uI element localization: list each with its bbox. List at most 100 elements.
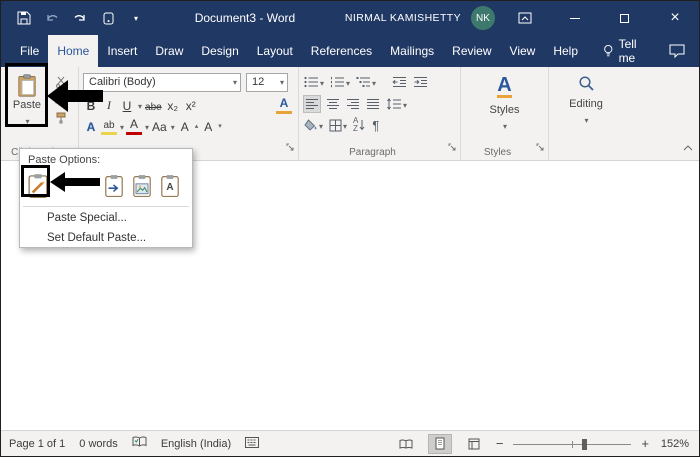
editing-button[interactable]: Editing bbox=[549, 67, 623, 137]
highlight-color-button[interactable]: ab bbox=[101, 117, 117, 135]
shrink-font-button[interactable]: A bbox=[200, 117, 216, 135]
undo-button[interactable] bbox=[43, 9, 61, 27]
bullets-button[interactable] bbox=[303, 73, 325, 91]
multilevel-caret-icon bbox=[371, 73, 376, 91]
zoom-slider-handle[interactable] bbox=[581, 438, 587, 450]
paragraph-dialog-launcher[interactable] bbox=[448, 139, 457, 157]
styles-dialog-launcher[interactable] bbox=[536, 139, 545, 157]
font-color-caret-icon[interactable] bbox=[144, 117, 149, 135]
tab-mailings[interactable]: Mailings bbox=[381, 35, 443, 67]
paste-special-item[interactable]: Paste Special... bbox=[20, 208, 192, 228]
zoom-out-button[interactable]: − bbox=[496, 436, 504, 451]
bullets-caret-icon bbox=[319, 73, 324, 91]
zoom-slider[interactable] bbox=[513, 437, 632, 451]
proofing-button[interactable] bbox=[132, 436, 147, 451]
tab-layout[interactable]: Layout bbox=[248, 35, 302, 67]
subscript-button[interactable]: x₂ bbox=[165, 96, 181, 114]
avatar[interactable]: NK bbox=[470, 6, 495, 30]
shading-button[interactable] bbox=[303, 116, 324, 134]
multilevel-list-button[interactable] bbox=[355, 73, 377, 91]
show-paragraph-marks-button[interactable]: ¶ bbox=[371, 116, 380, 134]
zoom-in-button[interactable]: + bbox=[641, 436, 649, 451]
minimize-button[interactable] bbox=[555, 3, 595, 33]
zoom-level[interactable]: 152% bbox=[659, 438, 689, 450]
font-color-button[interactable]: A bbox=[126, 117, 143, 135]
tab-help[interactable]: Help bbox=[544, 35, 587, 67]
paste-picture-icon bbox=[133, 175, 151, 197]
ribbon-display-options-button[interactable] bbox=[505, 3, 545, 33]
strikethrough-button[interactable]: abe bbox=[144, 96, 163, 114]
tell-me-button[interactable]: Tell me bbox=[603, 35, 655, 67]
paste-option-picture[interactable] bbox=[130, 172, 154, 200]
copy-button[interactable] bbox=[55, 93, 71, 106]
read-mode-button[interactable] bbox=[394, 434, 418, 454]
save-button[interactable] bbox=[15, 9, 33, 27]
justify-button[interactable] bbox=[365, 95, 381, 113]
paste-option-merge-formatting[interactable] bbox=[102, 172, 126, 200]
tab-view[interactable]: View bbox=[501, 35, 545, 67]
tab-design[interactable]: Design bbox=[192, 35, 247, 67]
styles-button[interactable]: A Styles bbox=[461, 67, 548, 137]
styles-label: Styles bbox=[489, 104, 520, 116]
maximize-button[interactable] bbox=[605, 3, 645, 33]
font-size-combo[interactable]: 12 bbox=[246, 72, 288, 92]
qat-customize-button[interactable] bbox=[127, 9, 145, 27]
text-effects-button[interactable]: A bbox=[83, 117, 99, 135]
change-case-caret-icon[interactable] bbox=[170, 117, 175, 135]
font-name-caret-icon bbox=[232, 76, 237, 88]
page-indicator[interactable]: Page 1 of 1 bbox=[9, 438, 65, 450]
change-case-button[interactable]: Aa bbox=[151, 117, 168, 135]
borders-button[interactable] bbox=[328, 116, 348, 134]
bold-button[interactable]: B bbox=[83, 96, 99, 114]
paste-option-keep-text-only[interactable]: A bbox=[158, 172, 182, 200]
account-name[interactable]: NIRMAL KAMISHETTY bbox=[345, 12, 461, 24]
clipboard-mini-buttons bbox=[55, 75, 71, 124]
grow-font-button[interactable]: A bbox=[177, 117, 193, 135]
increase-indent-button[interactable] bbox=[412, 73, 429, 91]
decrease-indent-icon bbox=[392, 77, 407, 87]
paste-button[interactable]: Paste bbox=[7, 71, 47, 129]
format-painter-button[interactable] bbox=[55, 111, 71, 124]
web-layout-button[interactable] bbox=[462, 434, 486, 454]
cut-button[interactable] bbox=[55, 75, 71, 88]
line-spacing-button[interactable] bbox=[385, 95, 408, 113]
print-layout-button[interactable] bbox=[427, 433, 452, 454]
font-dialog-launcher[interactable] bbox=[286, 139, 295, 157]
font-name-combo[interactable]: Calibri (Body) bbox=[83, 72, 241, 92]
tab-review[interactable]: Review bbox=[443, 35, 500, 67]
decrease-indent-button[interactable] bbox=[391, 73, 408, 91]
tab-file[interactable]: File bbox=[11, 35, 48, 67]
tab-home[interactable]: Home bbox=[48, 35, 99, 67]
numbering-button[interactable] bbox=[329, 73, 351, 91]
tab-draw[interactable]: Draw bbox=[146, 35, 192, 67]
underline-button[interactable]: U bbox=[119, 96, 135, 114]
font-name-value: Calibri (Body) bbox=[89, 76, 156, 88]
ribbon-tab-row: File Home Insert Draw Design Layout Refe… bbox=[1, 35, 699, 67]
clear-formatting-button[interactable]: A bbox=[276, 96, 292, 114]
superscript-button[interactable]: x² bbox=[183, 96, 199, 114]
set-default-paste-item[interactable]: Set Default Paste... bbox=[20, 228, 192, 248]
underline-caret-icon[interactable] bbox=[137, 96, 142, 114]
collapse-ribbon-button[interactable] bbox=[683, 138, 693, 156]
italic-button[interactable]: I bbox=[101, 96, 117, 114]
tab-insert[interactable]: Insert bbox=[98, 35, 146, 67]
web-layout-icon bbox=[468, 438, 480, 449]
close-button[interactable] bbox=[655, 3, 695, 33]
align-right-button[interactable] bbox=[345, 95, 361, 113]
touch-mouse-mode-button[interactable] bbox=[99, 9, 117, 27]
align-left-button[interactable] bbox=[303, 95, 321, 113]
paste-option-keep-source-formatting[interactable] bbox=[26, 172, 50, 200]
tab-references[interactable]: References bbox=[302, 35, 381, 67]
paste-caret-icon[interactable] bbox=[24, 111, 29, 129]
word-count[interactable]: 0 words bbox=[79, 438, 118, 450]
highlight-caret-icon[interactable] bbox=[119, 117, 124, 135]
zoom-slider-notch bbox=[572, 440, 574, 448]
close-icon bbox=[670, 9, 679, 27]
redo-button[interactable] bbox=[71, 9, 89, 27]
macro-button[interactable] bbox=[245, 436, 260, 451]
ribbon: Paste Clipboard Calibri (Body) bbox=[1, 67, 699, 161]
sort-button[interactable]: AZ bbox=[352, 116, 367, 134]
align-center-button[interactable] bbox=[325, 95, 341, 113]
comments-button[interactable] bbox=[655, 35, 699, 67]
language-indicator[interactable]: English (India) bbox=[161, 438, 231, 450]
